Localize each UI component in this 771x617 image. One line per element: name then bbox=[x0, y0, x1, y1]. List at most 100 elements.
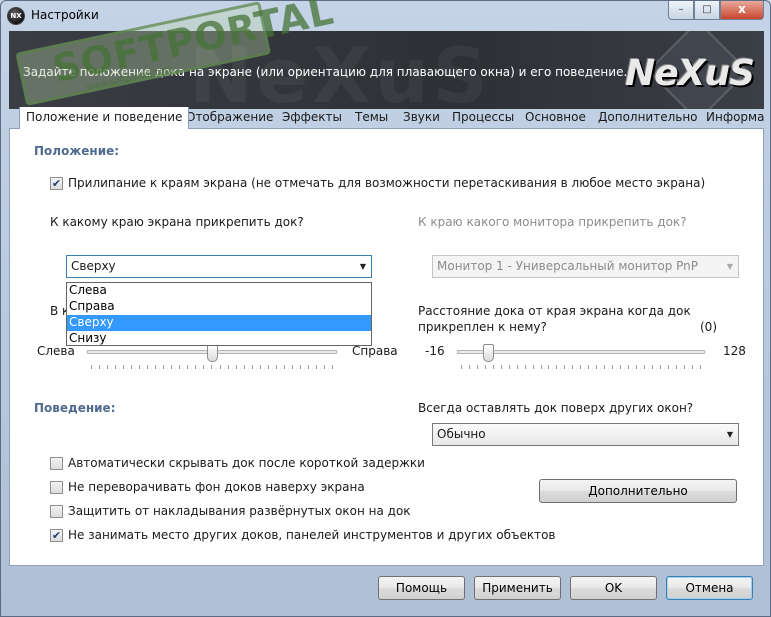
slider-tick bbox=[580, 365, 582, 369]
nexus-logo: NeXuS bbox=[625, 53, 755, 94]
slider-tick bbox=[131, 365, 133, 369]
slider-tick bbox=[147, 365, 149, 369]
chevron-down-icon: ▼ bbox=[359, 262, 366, 271]
monitor-select[interactable]: Монитор 1 - Универсальный монитор PnP ▼ bbox=[432, 255, 739, 278]
slider-tick bbox=[139, 365, 141, 369]
tab-processes[interactable]: Процессы bbox=[446, 107, 520, 129]
tab-strip: Положение и поведение Отображение Эффект… bbox=[9, 107, 764, 129]
maximize-button[interactable]: □ bbox=[694, 1, 720, 20]
center-slider[interactable] bbox=[87, 344, 337, 374]
slider-tick bbox=[275, 365, 277, 369]
slider-tick bbox=[195, 365, 197, 369]
slider-tick bbox=[612, 365, 614, 369]
slider-tick bbox=[323, 365, 325, 369]
slider-tick bbox=[643, 365, 645, 369]
slider-tick bbox=[508, 365, 510, 369]
title-bar[interactable]: NX Настройки – □ x bbox=[1, 1, 770, 31]
slider-tick bbox=[659, 365, 661, 369]
slider-tick bbox=[187, 365, 189, 369]
distance-slider-max-label: 128 bbox=[723, 344, 746, 358]
slider-tick bbox=[540, 365, 542, 369]
slider-tick bbox=[604, 365, 606, 369]
dropdown-option-top[interactable]: Сверху bbox=[67, 315, 371, 331]
banner-description: Задайте положение дока на экране (или ор… bbox=[23, 65, 628, 79]
protect-checkbox-box[interactable] bbox=[50, 504, 63, 518]
slider-tick bbox=[163, 365, 165, 369]
slider-tick bbox=[635, 365, 637, 369]
tab-general[interactable]: Основное bbox=[519, 107, 592, 129]
slider-tick bbox=[461, 365, 462, 369]
ontop-select[interactable]: Обычно ▼ bbox=[432, 423, 739, 446]
slider-tick bbox=[683, 365, 685, 369]
slider-tick bbox=[315, 365, 317, 369]
ontop-select-value: Обычно bbox=[437, 427, 486, 441]
tab-themes[interactable]: Темы bbox=[349, 107, 394, 129]
protect-overlap-checkbox[interactable]: Защитить от накладывания развёрнутых око… bbox=[50, 504, 411, 518]
slider-tick bbox=[99, 365, 101, 369]
slider-tick bbox=[115, 365, 117, 369]
advanced-button[interactable]: Дополнительно bbox=[539, 479, 737, 503]
reserve-checkbox-box[interactable]: ✔ bbox=[50, 528, 63, 542]
slider-tick bbox=[628, 365, 630, 369]
snap-to-edges-checkbox[interactable]: ✔ Прилипание к краям экрана (не отмечать… bbox=[50, 176, 705, 190]
cancel-button[interactable]: Отмена bbox=[666, 576, 753, 600]
slider-tick bbox=[524, 365, 526, 369]
slider-tick bbox=[251, 365, 253, 369]
slider-tick bbox=[283, 365, 285, 369]
slider-tick bbox=[564, 365, 566, 369]
tab-sounds[interactable]: Звуки bbox=[397, 107, 446, 129]
edge-select-value: Сверху bbox=[71, 259, 116, 273]
settings-window: NX Настройки – □ x NeXuS Задайте положен… bbox=[0, 0, 771, 617]
slider-tick bbox=[203, 365, 205, 369]
close-button[interactable]: x bbox=[720, 1, 764, 20]
slider-tick bbox=[588, 365, 590, 369]
slider-thumb[interactable] bbox=[483, 344, 494, 362]
tab-info[interactable]: Информац bbox=[700, 107, 764, 129]
slider-tick bbox=[235, 365, 237, 369]
slider-tick bbox=[91, 365, 92, 369]
reserve-checkbox-label: Не занимать место других доков, панелей … bbox=[68, 528, 556, 542]
minimize-button[interactable]: – bbox=[668, 1, 694, 20]
slider-tick bbox=[484, 365, 486, 369]
autohide-checkbox-box[interactable] bbox=[50, 456, 63, 470]
slider-tick bbox=[291, 365, 293, 369]
chevron-down-icon: ▼ bbox=[726, 430, 733, 439]
slider-tick bbox=[307, 365, 309, 369]
distance-value: (0) bbox=[700, 320, 717, 334]
distance-slider-min-label: -16 bbox=[425, 344, 445, 358]
edge-dropdown-list[interactable]: Слева Справа Сверху Снизу bbox=[66, 282, 372, 346]
slider-tick bbox=[548, 365, 550, 369]
tab-position-behavior[interactable]: Положение и поведение bbox=[19, 107, 190, 129]
snap-checkbox-box[interactable]: ✔ bbox=[50, 176, 63, 190]
monitor-select-value: Монитор 1 - Универсальный монитор PnP bbox=[437, 259, 699, 273]
window-controls: – □ x bbox=[668, 1, 764, 20]
dropdown-option-bottom[interactable]: Снизу bbox=[67, 331, 371, 347]
help-button[interactable]: Помощь bbox=[378, 576, 465, 600]
slider-tick bbox=[179, 365, 181, 369]
ok-button[interactable]: OK bbox=[570, 576, 657, 600]
monitor-label: К краю какого монитора прикрепить док? bbox=[418, 215, 687, 229]
no-flip-checkbox-box[interactable] bbox=[50, 480, 63, 494]
slider-tick bbox=[227, 365, 229, 369]
no-flip-background-checkbox[interactable]: Не переворачивать фон доков наверху экра… bbox=[50, 480, 365, 494]
slider-tick bbox=[667, 365, 669, 369]
edge-select[interactable]: Сверху ▼ bbox=[66, 255, 372, 278]
chevron-down-icon: ▼ bbox=[726, 262, 733, 271]
dropdown-option-left[interactable]: Слева bbox=[67, 283, 371, 299]
tab-display[interactable]: Отображение bbox=[180, 107, 279, 129]
dropdown-option-right[interactable]: Справа bbox=[67, 299, 371, 315]
slider-tick bbox=[123, 365, 125, 369]
slider-ticks bbox=[461, 365, 701, 369]
apply-button[interactable]: Применить bbox=[474, 576, 561, 600]
autohide-checkbox[interactable]: Автоматически скрывать док после коротко… bbox=[50, 456, 425, 470]
slider-tick bbox=[651, 365, 653, 369]
tab-advanced[interactable]: Дополнительно bbox=[592, 107, 704, 129]
slider-tick bbox=[171, 365, 173, 369]
slider-tick bbox=[299, 365, 301, 369]
distance-slider[interactable] bbox=[457, 344, 705, 374]
snap-checkbox-label: Прилипание к краям экрана (не отмечать д… bbox=[68, 176, 706, 190]
tab-effects[interactable]: Эффекты bbox=[276, 107, 348, 129]
slider-tick bbox=[699, 365, 701, 369]
reserve-space-checkbox[interactable]: ✔ Не занимать место других доков, панеле… bbox=[50, 528, 555, 542]
slider-tick bbox=[267, 365, 269, 369]
